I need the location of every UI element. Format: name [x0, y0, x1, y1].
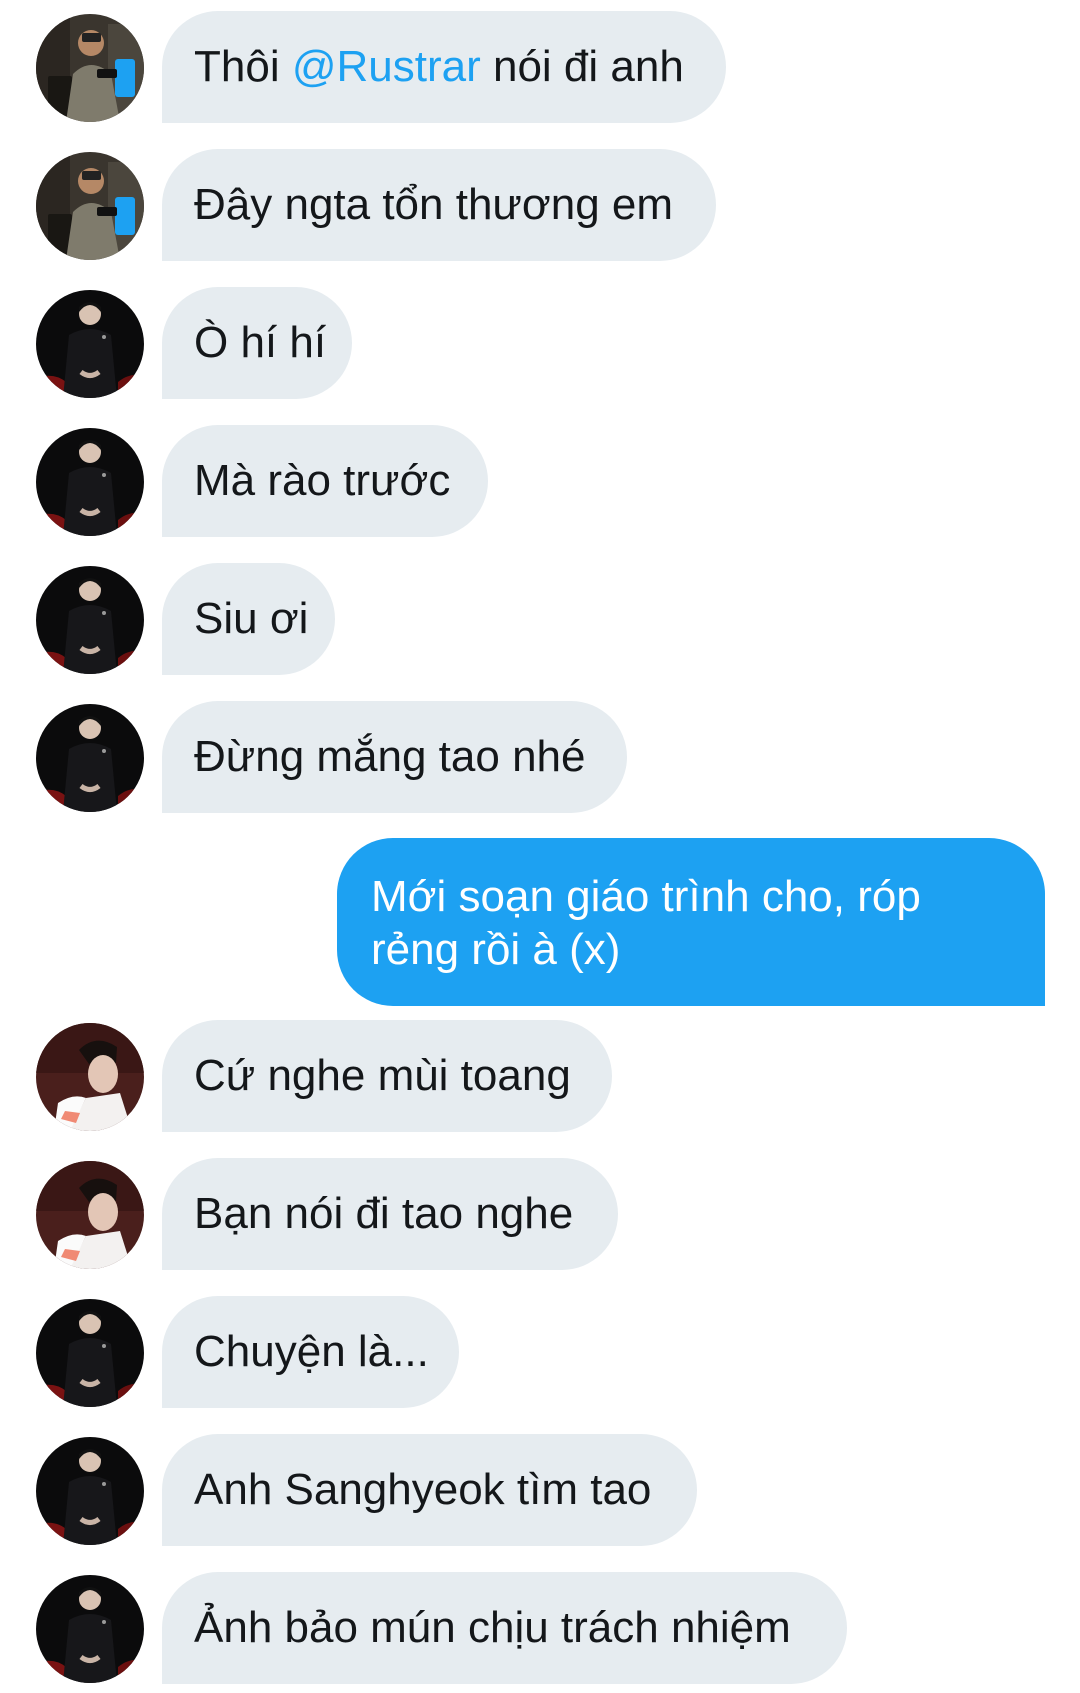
message-row: Anh Sanghyeok tìm tao [0, 1434, 1080, 1546]
message-text: Ò hí hí [194, 318, 327, 367]
message-text: Ảnh bảo mún chịu trách nhiệm [194, 1603, 791, 1652]
gym-man-avatar[interactable] [36, 152, 144, 260]
message-text: Đừng mắng tao nhé [194, 732, 586, 781]
message-text: Mới soạn giáo trình cho, róp rẻng rồi à … [371, 872, 921, 974]
message-bubble[interactable]: Bạn nói đi tao nghe [162, 1158, 618, 1270]
message-row: Đừng mắng tao nhé [0, 701, 1080, 813]
message-text: Anh Sanghyeok tìm tao [194, 1465, 652, 1514]
message-row: Bạn nói đi tao nghe [0, 1158, 1080, 1270]
dark-jacket-avatar[interactable] [36, 566, 144, 674]
message-thread: Thôi @Rustrar nói đi anh Đây ngta tổn th… [0, 0, 1080, 1693]
message-bubble[interactable]: Chuyện là... [162, 1296, 459, 1408]
message-text: Thôi [194, 42, 292, 91]
message-bubble[interactable]: Thôi @Rustrar nói đi anh [162, 11, 726, 123]
message-text: Bạn nói đi tao nghe [194, 1189, 574, 1238]
message-bubble[interactable]: Mà rào trước [162, 425, 488, 537]
message-row: Ò hí hí [0, 287, 1080, 399]
white-jacket-avatar[interactable] [36, 1023, 144, 1131]
message-bubble[interactable]: Ò hí hí [162, 287, 352, 399]
dark-jacket-avatar[interactable] [36, 704, 144, 812]
message-bubble[interactable]: Đây ngta tổn thương em [162, 149, 716, 261]
message-text: Cứ nghe mùi toang [194, 1051, 571, 1100]
message-text: Siu ơi [194, 594, 309, 643]
message-row: Cứ nghe mùi toang [0, 1020, 1080, 1132]
message-row: Thôi @Rustrar nói đi anh [0, 11, 1080, 123]
dark-jacket-avatar[interactable] [36, 1299, 144, 1407]
message-row: Ảnh bảo mún chịu trách nhiệm [0, 1572, 1080, 1684]
message-bubble[interactable]: Cứ nghe mùi toang [162, 1020, 612, 1132]
message-row: Siu ơi [0, 563, 1080, 675]
message-text: nói đi anh [480, 42, 684, 91]
message-bubble[interactable]: Siu ơi [162, 563, 335, 675]
dark-jacket-avatar[interactable] [36, 428, 144, 536]
message-row: Mà rào trước [0, 425, 1080, 537]
message-bubble[interactable]: Đừng mắng tao nhé [162, 701, 627, 813]
message-row: Đây ngta tổn thương em [0, 149, 1080, 261]
outgoing-message-bubble[interactable]: Mới soạn giáo trình cho, róp rẻng rồi à … [337, 838, 1045, 1006]
message-text: Chuyện là... [194, 1327, 429, 1376]
white-jacket-avatar[interactable] [36, 1161, 144, 1269]
dark-jacket-avatar[interactable] [36, 290, 144, 398]
message-text: Đây ngta tổn thương em [194, 180, 674, 229]
dark-jacket-avatar[interactable] [36, 1437, 144, 1545]
dark-jacket-avatar[interactable] [36, 1575, 144, 1683]
message-row: Chuyện là... [0, 1296, 1080, 1408]
message-text: Mà rào trước [194, 456, 451, 505]
message-bubble[interactable]: Ảnh bảo mún chịu trách nhiệm [162, 1572, 847, 1684]
message-bubble[interactable]: Anh Sanghyeok tìm tao [162, 1434, 697, 1546]
mention-link[interactable]: @Rustrar [292, 42, 481, 91]
gym-man-avatar[interactable] [36, 14, 144, 122]
